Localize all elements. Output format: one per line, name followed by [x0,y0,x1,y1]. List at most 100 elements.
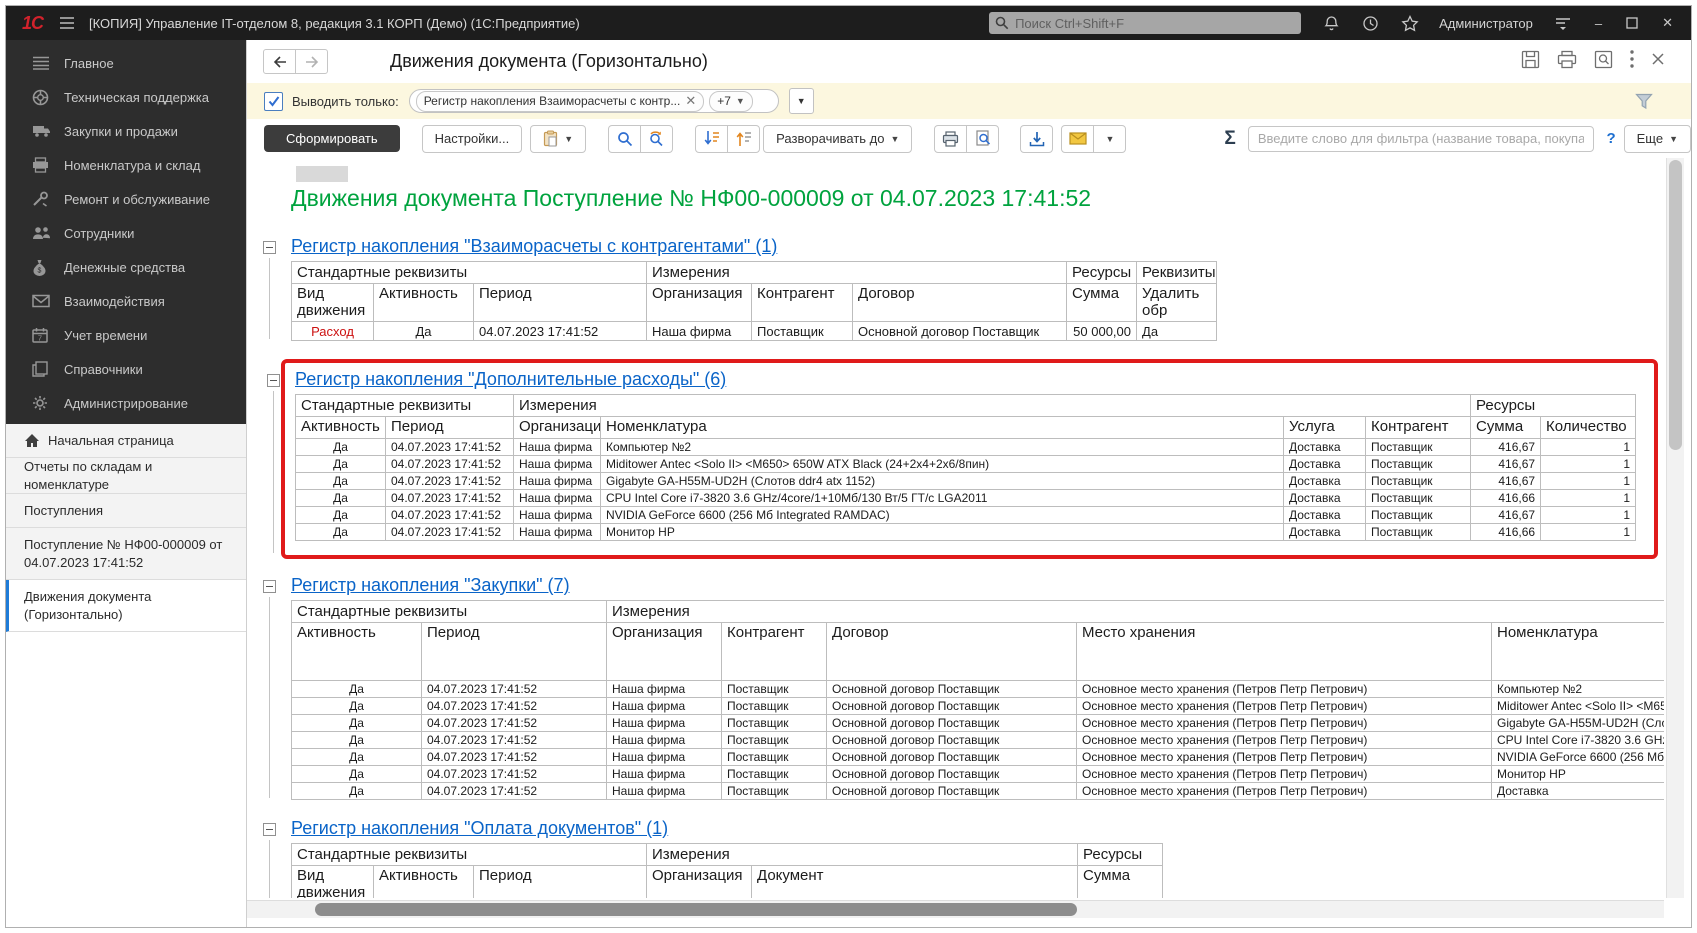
sidebar-item[interactable]: Справочники [6,352,246,386]
table-row[interactable]: Да04.07.2023 17:41:52Наша фирмаМонитор H… [296,524,1636,541]
collapse-icon[interactable] [263,823,276,836]
service-menu-icon[interactable] [1555,15,1571,31]
sidebar-item[interactable]: Номенклатура и склад [6,148,246,182]
print-icon[interactable] [934,125,967,153]
grouping-line [273,391,274,553]
column-header: Сумма [1471,417,1541,439]
table-row[interactable]: Да04.07.2023 17:41:52Наша фирмаПоставщик… [292,681,1665,698]
column-header: Вид движения [292,284,374,322]
sidebar-item[interactable]: Главное [6,46,246,80]
column-header: Активность [374,284,474,322]
filter-funnel-icon[interactable] [1635,93,1653,110]
collapse-groups-icon[interactable] [695,125,728,153]
table-row[interactable]: Да04.07.2023 17:41:52Наша фирмаCPU Intel… [296,490,1636,507]
table-row[interactable]: Да04.07.2023 17:41:52Наша фирмаПоставщик… [292,766,1665,783]
grouping-line [269,258,270,339]
section-title-link[interactable]: Регистр накопления "Дополнительные расхо… [295,369,726,390]
show-only-checkbox[interactable] [264,92,283,111]
nav-item[interactable]: Поступления [6,494,246,528]
nav-item[interactable]: Поступление № НФ00-000009 от 04.07.2023 … [6,528,246,580]
collapse-icon[interactable] [263,241,276,254]
tools-icon [32,190,52,208]
more-button[interactable]: Еще ▼ [1624,125,1691,153]
minimize-button[interactable]: – [1595,16,1602,31]
column-header: Номенклатура [601,417,1284,439]
sidebar-item[interactable]: Закупки и продажи [6,114,246,148]
vertical-scrollbar-thumb[interactable] [1669,160,1682,450]
section-title-link[interactable]: Регистр накопления "Закупки" (7) [291,575,570,596]
sidebar-item[interactable]: Ремонт и обслуживание [6,182,246,216]
send-email-icon[interactable] [1061,125,1094,153]
sidebar-item[interactable]: $Денежные средства [6,250,246,284]
table-row[interactable]: РасходДа04.07.2023 17:41:52Наша фирмаПос… [292,322,1217,341]
print-icon[interactable] [1557,50,1577,74]
table-row[interactable]: Да04.07.2023 17:41:52Наша фирмаПоставщик… [292,783,1665,800]
horizontal-scrollbar-thumb[interactable] [315,903,1077,916]
remove-tag-icon[interactable]: ✕ [685,93,696,109]
cell: 04.07.2023 17:41:52 [422,732,607,749]
preview-icon[interactable] [1594,50,1613,74]
horizontal-scrollbar[interactable] [247,900,1664,918]
maximize-button[interactable] [1626,17,1638,29]
filter-dropdown-button[interactable]: ▼ [789,88,814,114]
save-file-icon[interactable] [1020,125,1053,153]
nav-back-button[interactable] [263,49,296,74]
settings-button[interactable]: Настройки... [422,125,523,153]
main-menu-icon[interactable] [59,16,75,30]
nav-item[interactable]: Движения документа (Горизонтально) [6,580,246,632]
table-row[interactable]: Да04.07.2023 17:41:52Наша фирмаКомпьютер… [296,439,1636,456]
send-dropdown[interactable]: ▼ [1093,125,1126,153]
find-icon[interactable] [608,125,641,153]
global-search-input[interactable] [989,12,1301,34]
cell: 04.07.2023 17:41:52 [386,439,514,456]
table-row[interactable]: Да04.07.2023 17:41:52Наша фирмаПоставщик… [292,715,1665,732]
nav-forward-button[interactable] [295,49,328,74]
report-title: Движения документа Поступление № НФ00-00… [291,185,1664,212]
table-row[interactable]: Да04.07.2023 17:41:52Наша фирмаПоставщик… [292,749,1665,766]
save-icon[interactable] [1521,50,1540,74]
sidebar-item[interactable]: Взаимодействия [6,284,246,318]
generate-button[interactable]: Сформировать [264,125,400,152]
table-row[interactable]: Да04.07.2023 17:41:52Наша фирмаПоставщик… [292,698,1665,715]
close-button[interactable]: ✕ [1662,15,1673,31]
doc-header: Движения документа (Горизонтально) [247,40,1691,83]
vertical-scrollbar[interactable] [1666,158,1684,898]
section-title-link[interactable]: Регистр накопления "Взаиморасчеты с конт… [291,236,777,257]
table-row[interactable]: Да04.07.2023 17:41:52Наша фирмаGigabyte … [296,473,1636,490]
notifications-bell-icon[interactable] [1323,15,1340,32]
expand-groups-icon[interactable] [727,125,760,153]
favorites-star-icon[interactable] [1401,15,1419,32]
close-tab-icon[interactable] [1651,52,1665,71]
collapse-icon[interactable] [263,580,276,593]
help-button[interactable]: ? [1606,130,1615,147]
table-row[interactable]: Да04.07.2023 17:41:52Наша фирмаMiditower… [296,456,1636,473]
table-row[interactable]: Да04.07.2023 17:41:52Наша фирмаПоставщик… [292,732,1665,749]
group-header-row: Стандартные реквизитыИзмеренияРесурсы [292,844,1163,866]
expand-to-button[interactable]: Разворачивать до ▼ [763,125,912,153]
global-search[interactable] [989,12,1301,34]
group-header: Стандартные реквизиты [296,395,514,417]
autosum-icon[interactable]: Σ [1224,128,1235,150]
sidebar-item[interactable]: Администрирование [6,386,246,420]
history-icon[interactable] [1362,15,1379,32]
cell: Наша фирма [607,715,722,732]
report-variants-button[interactable]: ▼ [530,125,586,153]
group-header: Стандартные реквизиты [292,601,607,623]
nav-item[interactable]: Отчеты по складам и номенклатуре [6,458,246,494]
current-user[interactable]: Администратор [1439,16,1533,31]
register-filter-combo[interactable]: Регистр накопления Взаиморасчеты с контр… [409,89,779,113]
kebab-menu-icon[interactable] [1630,50,1634,73]
sidebar-item[interactable]: 7Учет времени [6,318,246,352]
nav-item[interactable]: Начальная страница [6,424,246,458]
sidebar-item[interactable]: Сотрудники [6,216,246,250]
filter-tag[interactable]: Регистр накопления Взаиморасчеты с контр… [416,91,705,112]
find-next-icon[interactable] [640,125,673,153]
print-preview-icon[interactable] [966,125,999,153]
more-tags-chip[interactable]: +7 ▼ [709,91,753,112]
collapse-icon[interactable] [267,374,280,387]
table-row[interactable]: Да04.07.2023 17:41:52Наша фирмаNVIDIA Ge… [296,507,1636,524]
quick-filter-input[interactable] [1248,126,1595,152]
section-title-link[interactable]: Регистр накопления "Оплата документов" (… [291,818,668,839]
sidebar-item[interactable]: Техническая поддержка [6,80,246,114]
cell: 1 [1541,439,1636,456]
